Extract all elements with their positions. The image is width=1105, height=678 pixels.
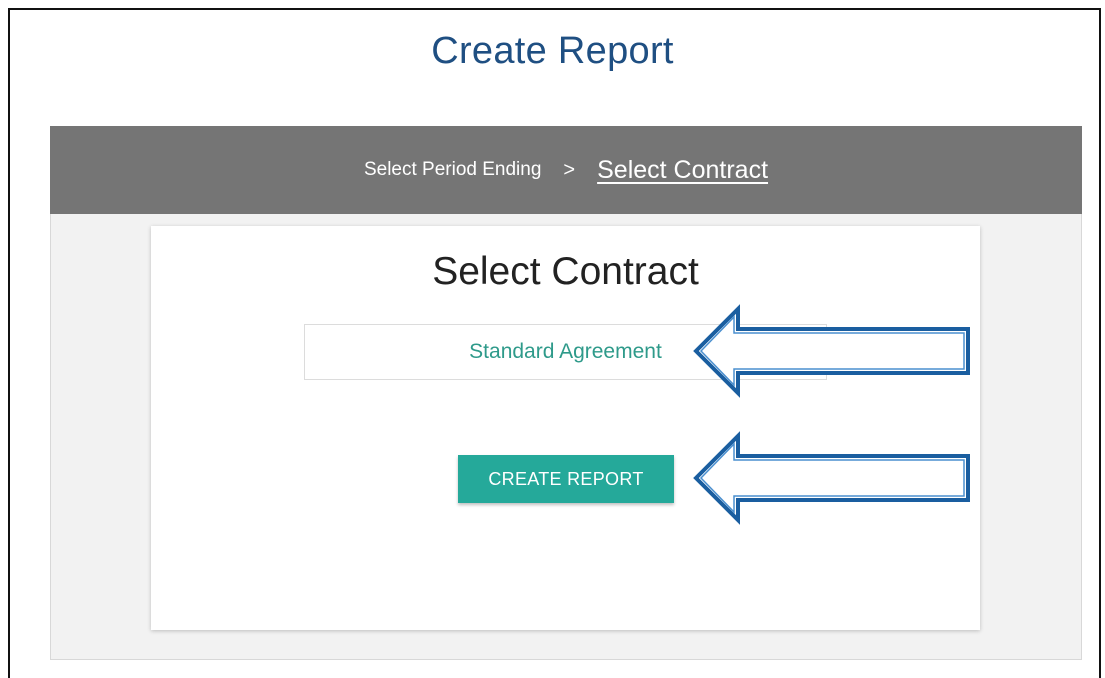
card-title: Select Contract bbox=[432, 250, 699, 293]
arrow-left-icon bbox=[693, 304, 970, 398]
select-contract-card: Select Contract Standard Agreement CREAT… bbox=[151, 226, 980, 630]
page-title: Create Report bbox=[431, 30, 674, 72]
step-select-contract[interactable]: Select Contract bbox=[597, 156, 768, 185]
step-select-period-ending[interactable]: Select Period Ending bbox=[364, 159, 541, 181]
steps-breadcrumb: Select Period Ending > Select Contract bbox=[50, 126, 1082, 214]
create-report-button[interactable]: CREATE REPORT bbox=[458, 455, 674, 503]
chevron-right-icon: > bbox=[563, 158, 576, 181]
arrow-left-icon bbox=[693, 431, 970, 525]
